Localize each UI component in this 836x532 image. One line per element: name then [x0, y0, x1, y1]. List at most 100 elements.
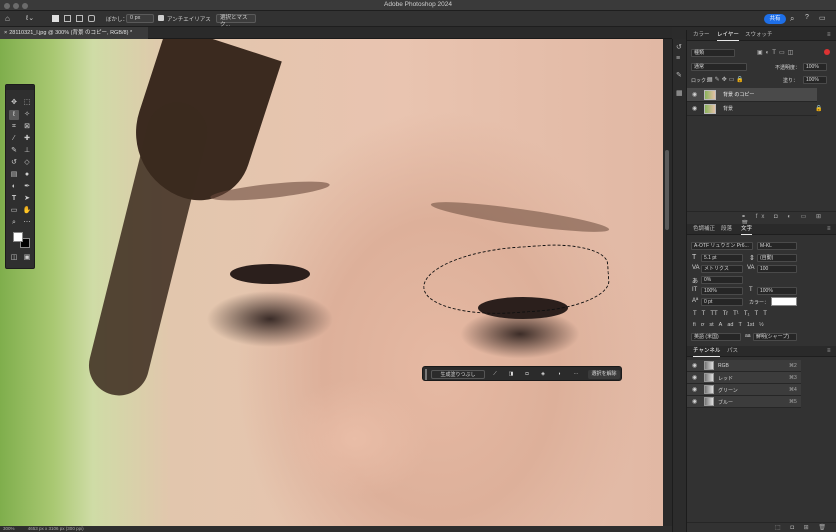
channel-row-rgb[interactable]: ◉ RGB ⌘2 [687, 360, 801, 372]
fill-selection-icon[interactable]: ◈ [537, 370, 549, 379]
intersect-selection-icon[interactable] [88, 15, 95, 22]
lock-icons[interactable]: ▦✎✥▭🔒 [707, 76, 746, 83]
history-brush-tool-icon[interactable]: ↺ [9, 158, 19, 168]
gradient-tool-icon[interactable]: ▤ [9, 170, 19, 180]
toolbox-grip[interactable] [6, 85, 34, 90]
frame-tool-icon[interactable]: ⊠ [22, 122, 32, 132]
new-selection-icon[interactable] [52, 15, 59, 22]
tab-paragraph[interactable]: 段落 [721, 224, 732, 235]
opentype-button[interactable]: ½ [759, 322, 764, 328]
kerning-input[interactable]: メトリクス [701, 265, 743, 273]
text-color-swatch[interactable] [771, 297, 797, 306]
tracking-input[interactable]: 100 [757, 265, 797, 273]
quick-mask-icon[interactable]: ◫ [9, 253, 19, 263]
tab-color[interactable]: カラー [693, 30, 710, 41]
panel-menu-icon[interactable]: ≡ [827, 32, 831, 38]
brush-settings-icon[interactable]: ✎ [676, 71, 682, 79]
zoom-level[interactable]: 300% [3, 526, 15, 531]
opacity-input[interactable]: 100% [803, 63, 827, 71]
generative-fill-button[interactable]: 生成塗りつぶし [431, 370, 485, 379]
spot-healing-tool-icon[interactable]: ✚ [22, 134, 32, 144]
layer-filter-select[interactable]: 種類 [691, 49, 735, 57]
tab-channels[interactable]: チャンネル [693, 346, 721, 357]
more-tools-icon[interactable]: ⋯ [22, 218, 32, 228]
visibility-eye-icon[interactable]: ◉ [692, 363, 698, 369]
properties-panel-icon[interactable]: ≡ [676, 55, 680, 62]
deselect-button[interactable]: 選択を解除 [588, 370, 620, 379]
move-tool-icon[interactable]: ✥ [9, 98, 19, 108]
path-selection-tool-icon[interactable]: ➤ [22, 194, 32, 204]
zoom-tool-icon[interactable]: ⌕ [9, 218, 19, 228]
share-button[interactable]: 共有 [764, 14, 786, 24]
select-mask-button[interactable]: 選択とマスク... [216, 14, 256, 28]
style-button[interactable]: T₁ [744, 311, 750, 317]
marquee-tool-icon[interactable]: ⬚ [22, 98, 32, 108]
tab-character[interactable]: 文字 [741, 224, 753, 235]
feather-input[interactable]: 0 px [126, 14, 154, 23]
tab-layers[interactable]: レイヤー [717, 30, 739, 41]
tsume-input[interactable]: 0% [701, 276, 743, 284]
document-canvas[interactable] [0, 39, 663, 526]
visibility-eye-icon[interactable]: ◉ [692, 106, 698, 112]
visibility-eye-icon[interactable]: ◉ [692, 92, 698, 98]
home-icon[interactable]: ⌂ [5, 14, 10, 23]
opentype-button[interactable]: 1st [747, 322, 754, 328]
type-tool-icon[interactable]: T [9, 194, 19, 204]
style-button[interactable]: T [755, 311, 759, 317]
opentype-button[interactable]: T [738, 322, 741, 328]
font-size-input[interactable]: 5.1 pt [701, 254, 743, 262]
antialias-checkbox[interactable] [158, 15, 164, 21]
document-info[interactable]: 4653 px x 3106 px (300 ppi) [28, 526, 84, 531]
history-panel-icon[interactable]: ↺ [676, 43, 682, 51]
opentype-button[interactable]: A [719, 322, 723, 328]
tab-adjustments[interactable]: 色調補正 [693, 224, 715, 235]
visibility-eye-icon[interactable]: ◉ [692, 399, 698, 405]
rectangle-tool-icon[interactable]: ▭ [9, 206, 19, 216]
language-select[interactable]: 英語 (米国) [691, 333, 741, 341]
foreground-color-swatch[interactable] [13, 232, 23, 242]
lasso-preset-icon[interactable]: ℓ⌄ [26, 14, 34, 22]
channel-row-green[interactable]: ◉ グリーン ⌘4 [687, 384, 801, 396]
baseline-shift-input[interactable]: 0 pt [701, 298, 743, 306]
add-selection-icon[interactable] [64, 15, 71, 22]
close-tab-icon[interactable]: × [4, 30, 7, 36]
more-options-button[interactable]: ··· [570, 370, 582, 379]
style-button[interactable]: T [702, 311, 706, 317]
vertical-scrollbar[interactable] [663, 39, 672, 526]
vertical-scale-input[interactable]: 100% [701, 287, 743, 295]
lasso-tool-icon[interactable]: ℓ [9, 110, 19, 120]
vertical-scroll-thumb[interactable] [665, 150, 669, 230]
subtract-selection-icon[interactable] [76, 15, 83, 22]
blur-tool-icon[interactable]: ● [22, 170, 32, 180]
layer-name[interactable]: 背景 [723, 105, 733, 112]
crop-tool-icon[interactable]: ⌗ [9, 122, 19, 132]
document-tab[interactable]: × 28110321_l.jpg @ 300% (背景 のコピー, RGB/8) … [0, 27, 148, 39]
hand-tool-icon[interactable]: ✋ [22, 206, 32, 216]
font-family-select[interactable]: A-OTF リュウミン Pr6... [691, 242, 753, 250]
ctx-drag-handle[interactable] [425, 369, 427, 380]
panel-menu-icon[interactable]: ≡ [827, 226, 831, 232]
horizontal-scale-input[interactable]: 100% [757, 287, 797, 295]
layer-filter-icons[interactable]: ▣◐T▭◫ [757, 49, 796, 56]
brush-tool-icon[interactable]: ✎ [9, 146, 19, 156]
layer-row-background[interactable]: ◉ 背景 🔒 [687, 102, 822, 116]
style-button[interactable]: T¹ [733, 311, 739, 317]
tab-paths[interactable]: パス [727, 346, 738, 357]
dodge-tool-icon[interactable]: ◐ [9, 182, 19, 192]
eraser-tool-icon[interactable]: ◇ [22, 158, 32, 168]
filter-toggle-icon[interactable] [824, 49, 830, 55]
font-style-select[interactable]: M-KL [757, 242, 797, 250]
blend-mode-select[interactable]: 通常 [691, 63, 747, 71]
text-antialias-select[interactable]: 鮮明(シャープ) [753, 333, 797, 341]
create-mask-icon[interactable]: ◘ [521, 370, 533, 379]
visibility-eye-icon[interactable]: ◉ [692, 387, 698, 393]
search-icon[interactable]: ⌕ [790, 14, 794, 24]
panel-menu-icon[interactable]: ≡ [827, 348, 831, 354]
marching-ants-selection[interactable] [420, 240, 612, 320]
leading-input[interactable]: (自動) [757, 254, 797, 262]
tab-swatches[interactable]: スウォッチ [745, 30, 773, 41]
libraries-panel-icon[interactable]: ▦ [676, 89, 683, 97]
opentype-button[interactable]: ơ [701, 322, 705, 328]
screen-mode-icon[interactable]: ▣ [22, 253, 32, 263]
workspace-icon[interactable]: ▭ [819, 14, 826, 22]
